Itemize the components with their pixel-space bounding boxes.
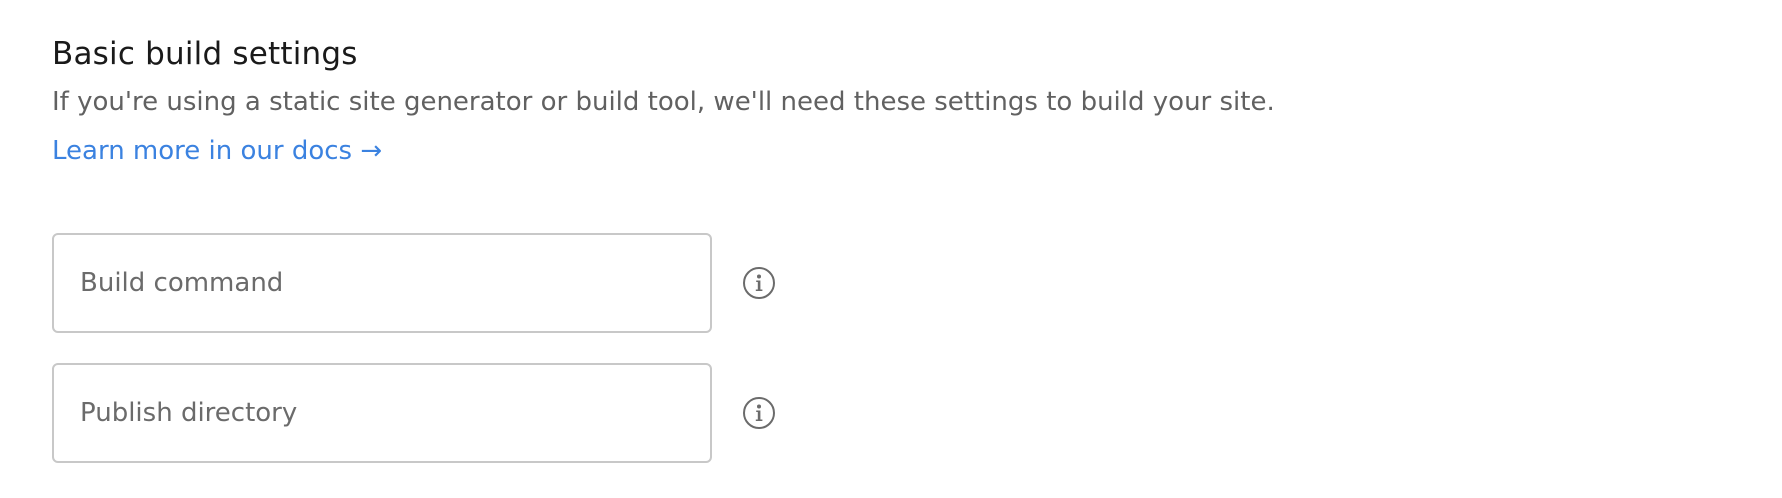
learn-more-docs-link[interactable]: Learn more in our docs → [52, 136, 382, 166]
publish-directory-row [52, 363, 812, 463]
section-title: Basic build settings [52, 36, 358, 72]
publish-directory-input[interactable] [52, 363, 712, 463]
info-icon[interactable] [742, 266, 776, 300]
build-command-input[interactable] [52, 233, 712, 333]
build-command-row [52, 233, 812, 333]
info-icon[interactable] [742, 396, 776, 430]
section-description: If you're using a static site generator … [52, 87, 1275, 117]
